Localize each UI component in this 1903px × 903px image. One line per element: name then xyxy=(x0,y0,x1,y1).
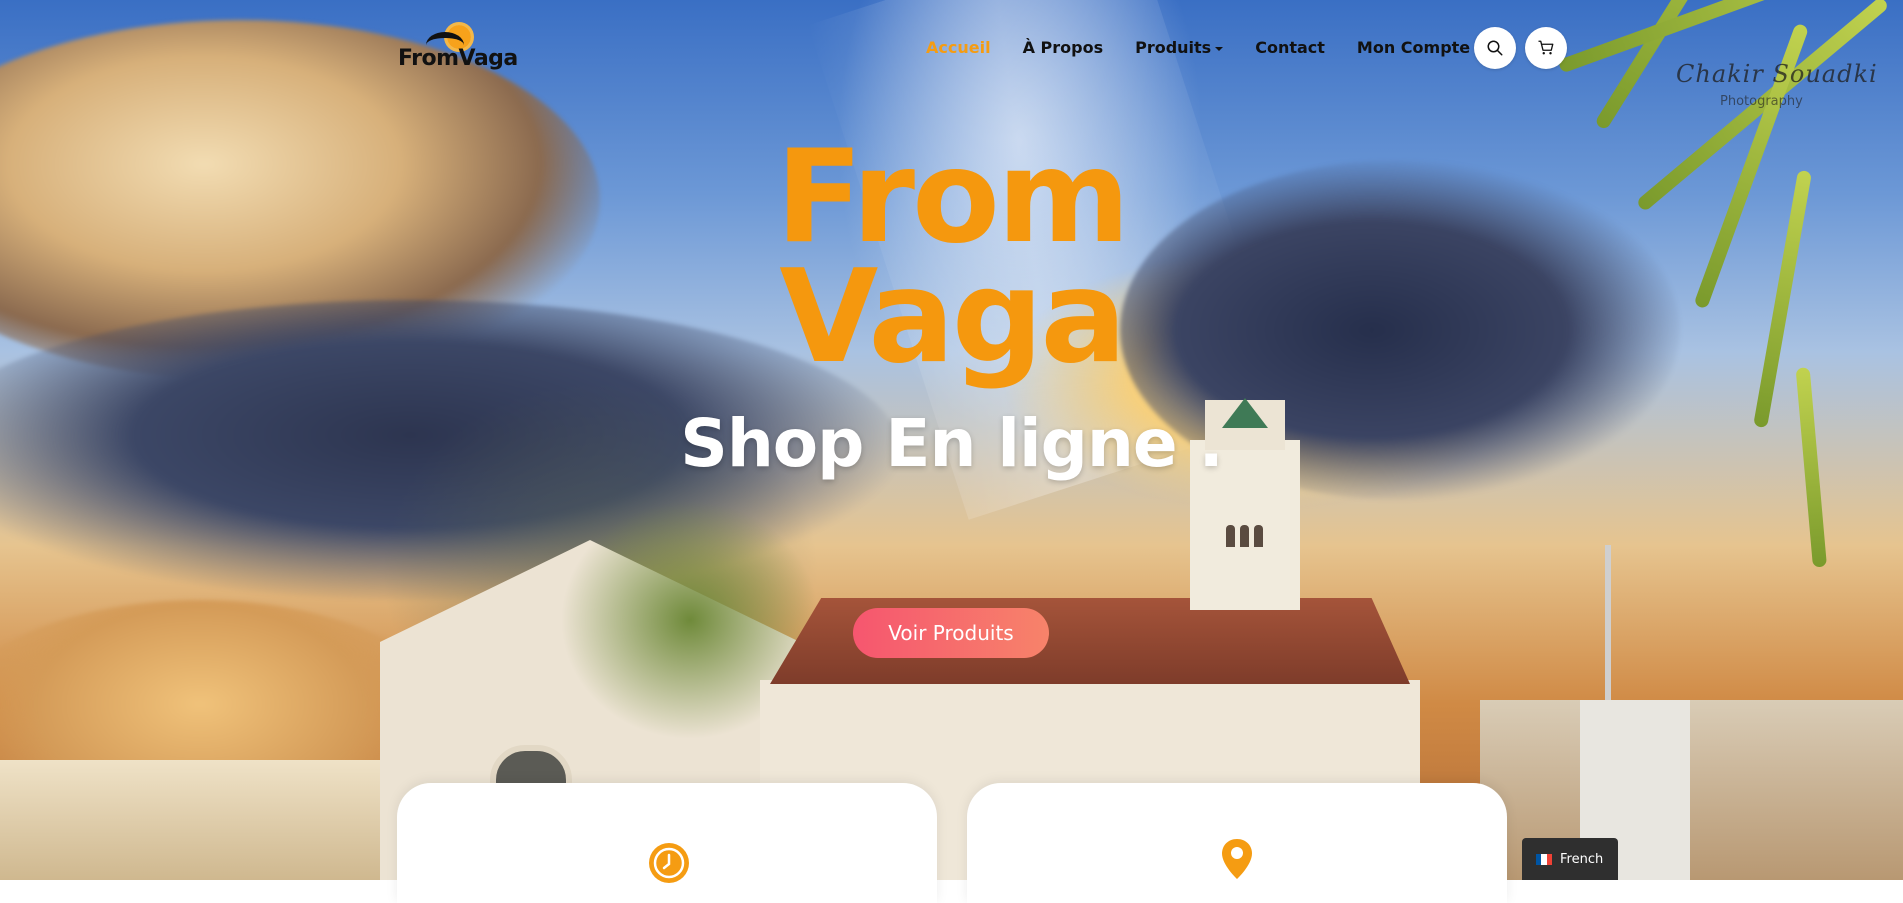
language-switcher[interactable]: French xyxy=(1522,838,1618,880)
voir-produits-button[interactable]: Voir Produits xyxy=(853,608,1049,658)
cart-icon xyxy=(1538,40,1554,55)
nav-item-accueil[interactable]: Accueil xyxy=(926,38,991,57)
nav-item-mon-compte[interactable]: Mon Compte xyxy=(1357,38,1470,57)
nav-item-produits[interactable]: Produits xyxy=(1135,38,1224,57)
search-icon xyxy=(1487,40,1503,56)
antenna xyxy=(1605,545,1611,715)
main-navigation: Accueil À Propos Produits Contact Mon Co… xyxy=(926,38,1470,57)
minaret-window xyxy=(1240,525,1249,547)
nav-item-contact[interactable]: Contact xyxy=(1255,38,1325,57)
clock-icon xyxy=(649,843,689,883)
chevron-down-icon xyxy=(1215,46,1224,51)
search-button[interactable] xyxy=(1474,27,1516,69)
hero-title-line1: From xyxy=(775,123,1131,272)
flag-fr-icon xyxy=(1536,853,1552,865)
photographer-signature-subtitle: Photography xyxy=(1720,94,1803,109)
site-logo[interactable]: FromVaga xyxy=(398,22,518,74)
minaret-window xyxy=(1226,525,1235,547)
nav-item-a-propos[interactable]: À Propos xyxy=(1023,38,1104,57)
language-label: French xyxy=(1560,851,1604,867)
buildings-left xyxy=(0,760,420,880)
info-card-location xyxy=(967,783,1507,903)
hero-subtitle: Shop En ligne . xyxy=(680,405,1223,482)
nav-item-produits-label: Produits xyxy=(1135,38,1212,57)
hero-title-line2: Vaga xyxy=(779,243,1126,392)
location-pin-icon xyxy=(1222,839,1252,879)
cart-button[interactable] xyxy=(1525,27,1567,69)
photographer-signature: Chakir Souadki xyxy=(1676,60,1878,88)
logo-text: FromVaga xyxy=(398,46,518,71)
hero-title: From Vaga xyxy=(0,123,1903,392)
info-card-hours xyxy=(397,783,937,903)
minaret-window xyxy=(1254,525,1263,547)
